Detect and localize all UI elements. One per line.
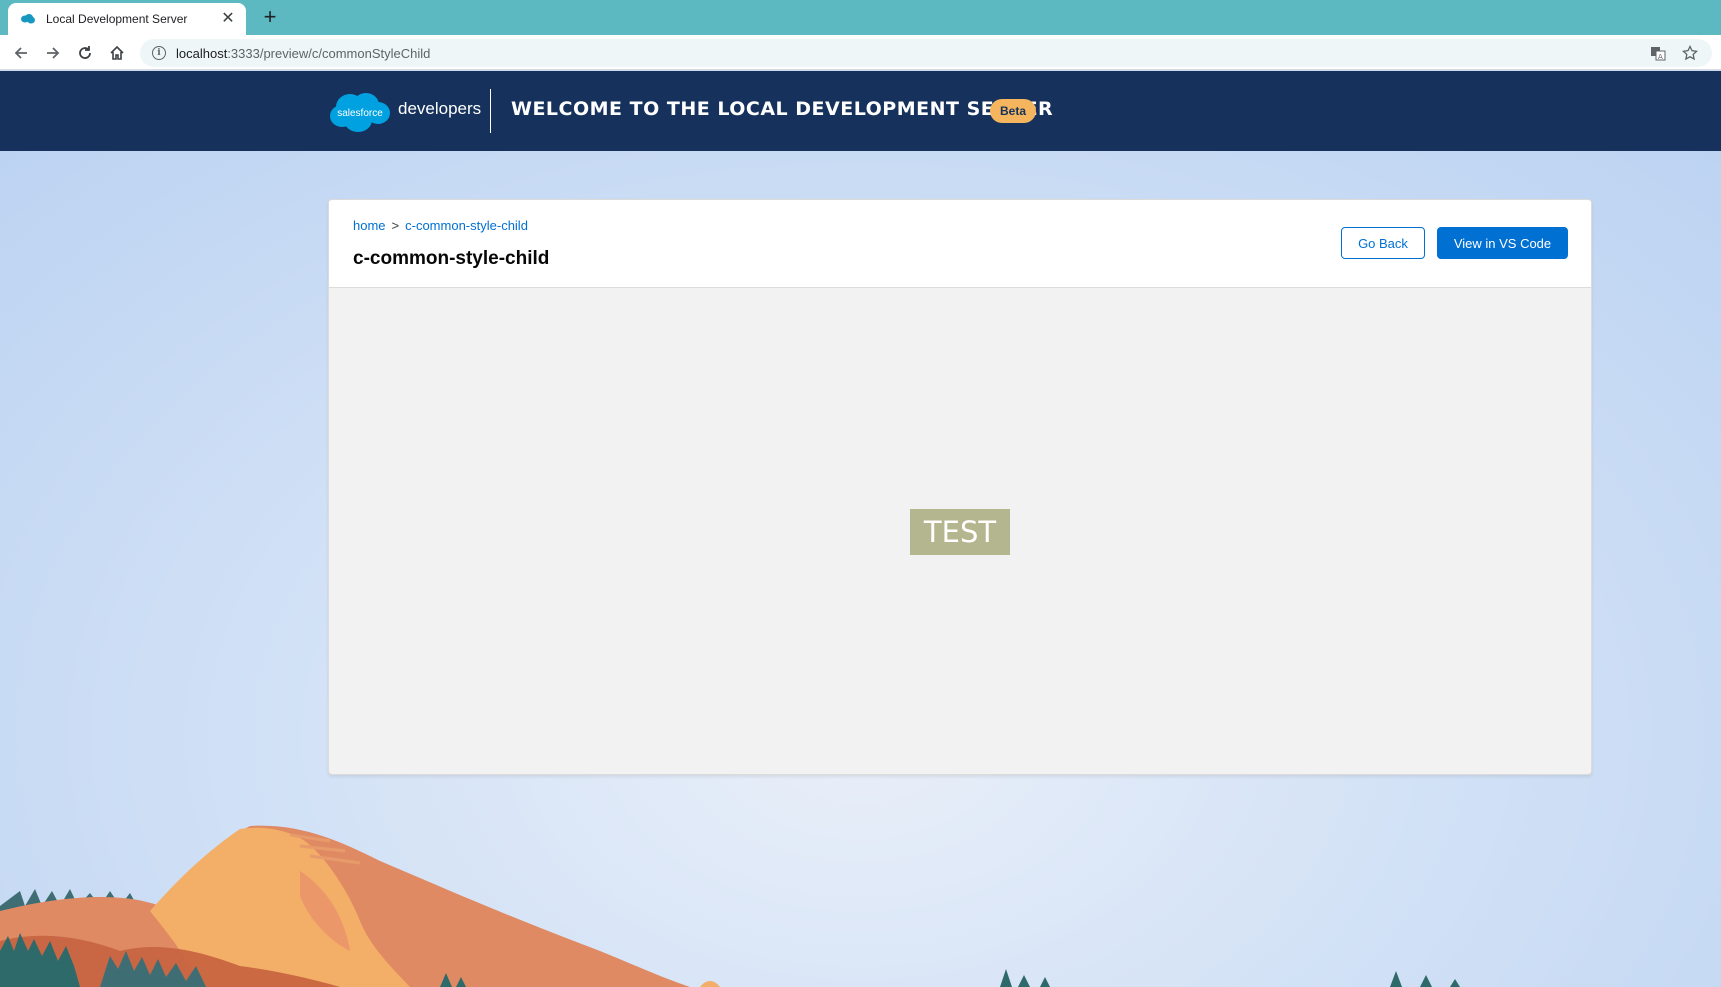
breadcrumb: home > c-common-style-child	[353, 218, 528, 233]
tab-title: Local Development Server	[46, 12, 188, 26]
page-title: c-common-style-child	[353, 248, 550, 269]
header-divider	[490, 89, 491, 133]
breadcrumb-home-link[interactable]: home	[353, 218, 386, 233]
view-in-vscode-button[interactable]: View in VS Code	[1437, 227, 1568, 259]
browser-tabbar: Local Development Server ✕ +	[0, 0, 1721, 35]
back-icon[interactable]	[9, 41, 33, 65]
star-icon[interactable]	[1682, 45, 1698, 61]
salesforce-logo-text: salesforce	[337, 108, 383, 119]
card-header: home > c-common-style-child c-common-sty…	[329, 200, 1591, 288]
forward-icon[interactable]	[41, 41, 65, 65]
header-title: WELCOME TO THE LOCAL DEVELOPMENT SERVER	[511, 98, 1054, 120]
salesforce-favicon-icon	[21, 14, 35, 24]
test-component-output: TEST	[910, 509, 1010, 555]
breadcrumb-separator: >	[391, 218, 400, 233]
address-bar[interactable]: i localhost:3333/preview/c/commonStyleCh…	[140, 39, 1712, 67]
home-icon[interactable]	[105, 41, 129, 65]
salesforce-cloud-icon: salesforce	[330, 93, 390, 132]
info-icon[interactable]: i	[152, 46, 166, 60]
reload-icon[interactable]	[73, 41, 97, 65]
go-back-button[interactable]: Go Back	[1341, 227, 1425, 259]
salesforce-developers-logo[interactable]: salesforce developers	[328, 89, 481, 135]
breadcrumb-component-link[interactable]: c-common-style-child	[405, 218, 528, 233]
svg-text:A: A	[1658, 53, 1663, 61]
close-icon[interactable]: ✕	[220, 11, 236, 27]
browser-tab[interactable]: Local Development Server ✕	[8, 3, 246, 35]
plus-icon[interactable]: +	[258, 5, 282, 29]
brand-developers-text: developers	[398, 99, 482, 118]
beta-badge: Beta	[990, 99, 1037, 123]
url-text[interactable]: localhost:3333/preview/c/commonStyleChil…	[176, 46, 1650, 61]
app-header: salesforce developers WELCOME TO THE LOC…	[0, 71, 1721, 151]
translate-icon[interactable]: A	[1650, 45, 1666, 61]
browser-toolbar: i localhost:3333/preview/c/commonStyleCh…	[0, 35, 1721, 70]
component-preview-card: home > c-common-style-child c-common-sty…	[328, 199, 1592, 775]
